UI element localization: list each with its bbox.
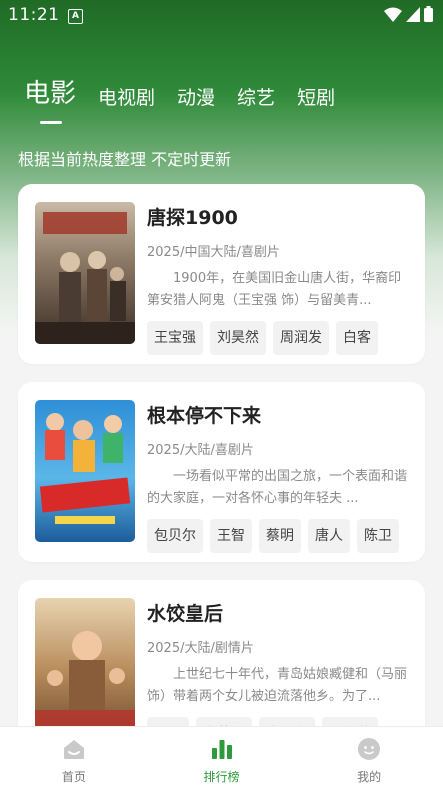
- actor-tag[interactable]: 陈卫: [357, 519, 399, 553]
- nav-ranking[interactable]: 排行榜: [148, 727, 296, 790]
- tab-movies[interactable]: 电影: [24, 73, 77, 124]
- nav-home[interactable]: 首页: [0, 727, 148, 790]
- movie-meta: 2025/中国大陆/喜剧片: [147, 245, 280, 260]
- tab-short-drama[interactable]: 短剧: [297, 83, 335, 120]
- home-icon: [62, 737, 86, 765]
- actor-tag[interactable]: 唐人: [308, 519, 350, 553]
- nav-label: 首页: [61, 770, 86, 784]
- actor-tag[interactable]: 包贝尔: [147, 519, 203, 553]
- tab-label: 综艺: [237, 87, 276, 109]
- tab-variety[interactable]: 综艺: [237, 83, 275, 120]
- ranking-icon: [210, 737, 234, 765]
- movie-poster[interactable]: [35, 400, 135, 542]
- tab-tv-series[interactable]: 电视剧: [98, 83, 155, 120]
- bottom-navigation: 首页 排行榜 我的: [0, 726, 443, 790]
- movie-card[interactable]: 唐探1900 2025/中国大陆/喜剧片 1900年，在美国旧金山唐人街，华裔印…: [18, 184, 425, 364]
- movie-description: 1900年，在美国旧金山唐人街，华裔印第安猎人阿鬼（王宝强 饰）与留美青...: [147, 271, 402, 308]
- tab-anime[interactable]: 动漫: [177, 83, 215, 120]
- movie-title[interactable]: 水饺皇后: [147, 602, 412, 626]
- movie-meta: 2025/大陆/喜剧片: [147, 443, 254, 458]
- movie-title[interactable]: 根本停不下来: [147, 404, 412, 428]
- category-tabs: 电影 电视剧 动漫 综艺 短剧: [24, 70, 357, 124]
- profile-icon: [357, 737, 381, 765]
- movie-poster[interactable]: [35, 598, 135, 740]
- nav-label: 排行榜: [203, 770, 240, 784]
- status-bar: 11:21 A: [0, 0, 443, 30]
- actor-tag[interactable]: 王宝强: [147, 321, 203, 355]
- battery-icon: [424, 6, 433, 22]
- tab-label: 电视剧: [98, 87, 156, 109]
- movie-poster[interactable]: [35, 202, 135, 344]
- nav-label: 我的: [357, 770, 382, 784]
- tab-label: 电影: [24, 79, 77, 109]
- actor-tag[interactable]: 刘昊然: [210, 321, 266, 355]
- movie-title[interactable]: 唐探1900: [147, 206, 412, 230]
- status-icons: [384, 6, 433, 22]
- actor-tag[interactable]: 白客: [336, 321, 378, 355]
- tab-label: 动漫: [177, 87, 216, 109]
- movie-card[interactable]: 根本停不下来 2025/大陆/喜剧片 一场看似平常的出国之旅，一个表面和谐的大家…: [18, 382, 425, 562]
- tab-label: 短剧: [297, 87, 336, 109]
- notification-a-icon: A: [68, 9, 83, 24]
- wifi-icon: [384, 7, 402, 22]
- signal-icon: [406, 6, 420, 22]
- movie-description: 上世纪七十年代，青岛姑娘臧健和（马丽 饰）带着两个女儿被迫流落他乡。为了...: [147, 667, 408, 704]
- movie-info: 唐探1900 2025/中国大陆/喜剧片 1900年，在美国旧金山唐人街，华裔印…: [147, 206, 412, 355]
- movie-list: 唐探1900 2025/中国大陆/喜剧片 1900年，在美国旧金山唐人街，华裔印…: [18, 184, 425, 778]
- actor-tag[interactable]: 蔡明: [259, 519, 301, 553]
- movie-info: 根本停不下来 2025/大陆/喜剧片 一场看似平常的出国之旅，一个表面和谐的大家…: [147, 404, 412, 553]
- movie-meta: 2025/大陆/剧情片: [147, 641, 254, 656]
- actor-tags: 王宝强 刘昊然 周润发 白客: [147, 321, 412, 355]
- movie-description: 一场看似平常的出国之旅，一个表面和谐的大家庭，一对各怀心事的年轻夫 ...: [147, 469, 408, 506]
- nav-profile[interactable]: 我的: [295, 727, 443, 790]
- actor-tag[interactable]: 王智: [210, 519, 252, 553]
- actor-tags: 包贝尔 王智 蔡明 唐人 陈卫: [147, 519, 412, 553]
- active-tab-indicator: [40, 121, 62, 124]
- actor-tag[interactable]: 周润发: [273, 321, 329, 355]
- ranking-subtitle: 根据当前热度整理 不定时更新: [18, 150, 232, 169]
- status-time: 11:21: [8, 5, 60, 25]
